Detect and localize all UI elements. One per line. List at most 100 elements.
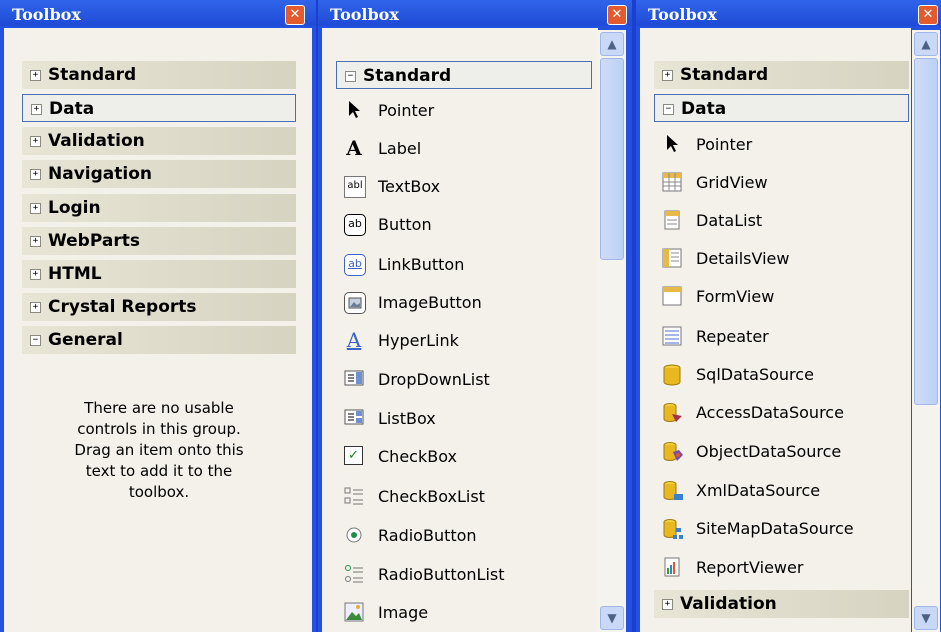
scroll-up-icon[interactable]: ▲ bbox=[914, 32, 938, 56]
button-icon: ab bbox=[344, 214, 366, 236]
toolbox-body: − Standard Pointer A Label abl TextBox ab… bbox=[322, 28, 598, 632]
checkboxlist-icon bbox=[344, 486, 364, 506]
expand-icon: + bbox=[662, 70, 673, 81]
checkbox-icon: ✓ bbox=[344, 446, 363, 465]
pointer-icon bbox=[344, 100, 364, 120]
expand-icon: + bbox=[30, 236, 41, 247]
expand-icon: + bbox=[30, 70, 41, 81]
pointer-icon bbox=[662, 134, 682, 154]
empty-group-message: There are no usable controls in this gro… bbox=[74, 399, 244, 501]
group-header-data[interactable]: + Data bbox=[22, 94, 296, 122]
sqldatasource-icon bbox=[662, 364, 682, 386]
close-button[interactable]: ✕ bbox=[285, 5, 305, 25]
tool-item-sqldatasource[interactable]: SqlDataSource bbox=[652, 356, 911, 392]
objectdatasource-icon bbox=[662, 441, 683, 461]
group-header-navigation[interactable]: + Navigation bbox=[22, 160, 296, 188]
panel-title: Toolbox bbox=[330, 5, 399, 24]
accessdatasource-icon bbox=[662, 402, 682, 422]
toolbox-panel-2: Toolbox ✕ − Standard Pointer A Label abl … bbox=[318, 0, 632, 632]
group-header-standard[interactable]: + Standard bbox=[22, 61, 296, 89]
xmldatasource-icon bbox=[662, 480, 683, 500]
tool-item-button[interactable]: ab Button bbox=[334, 206, 594, 242]
group-header-login[interactable]: + Login bbox=[22, 194, 296, 222]
tool-item-radiobutton[interactable]: RadioButton bbox=[334, 517, 594, 553]
group-header-validation[interactable]: + Validation bbox=[654, 590, 909, 618]
expand-icon: + bbox=[30, 203, 41, 214]
tool-item-image[interactable]: Image bbox=[334, 594, 594, 630]
formview-icon bbox=[662, 286, 682, 306]
tool-item-reportviewer[interactable]: ReportViewer bbox=[652, 549, 911, 585]
expand-icon: + bbox=[30, 136, 41, 147]
vertical-scrollbar[interactable]: ▲ ▼ bbox=[598, 30, 626, 632]
tool-item-listbox[interactable]: ListBox bbox=[334, 400, 594, 436]
gridview-icon bbox=[662, 172, 682, 192]
tool-item-repeater[interactable]: Repeater bbox=[652, 318, 911, 354]
tool-item-dropdownlist[interactable]: DropDownList bbox=[334, 361, 594, 397]
radiobutton-icon bbox=[344, 525, 364, 545]
hyperlink-icon: A bbox=[346, 328, 362, 352]
expand-icon: + bbox=[662, 599, 673, 610]
toolbox-panel-3: Toolbox ✕ + Standard − Data Pointer GridVi… bbox=[636, 0, 941, 632]
close-button[interactable]: ✕ bbox=[918, 5, 938, 25]
tool-item-hyperlink[interactable]: A HyperLink bbox=[334, 322, 594, 358]
image-icon bbox=[344, 602, 364, 622]
tool-item-pointer[interactable]: Pointer bbox=[652, 126, 911, 162]
listbox-icon bbox=[344, 408, 364, 428]
tool-item-xmldatasource[interactable]: XmlDataSource bbox=[652, 472, 911, 508]
tool-item-textbox[interactable]: abl TextBox bbox=[334, 168, 594, 204]
tool-item-checkbox[interactable]: ✓ CheckBox bbox=[334, 438, 594, 474]
group-header-crystal-reports[interactable]: + Crystal Reports bbox=[22, 293, 296, 321]
imagebutton-icon bbox=[344, 292, 366, 314]
label-icon: A bbox=[346, 136, 362, 160]
expand-icon: + bbox=[30, 302, 41, 313]
collapse-icon: − bbox=[663, 104, 674, 115]
tool-item-objectdatasource[interactable]: ObjectDataSource bbox=[652, 433, 911, 469]
repeater-icon bbox=[662, 326, 682, 346]
group-header-html[interactable]: + HTML bbox=[22, 260, 296, 288]
scroll-down-icon[interactable]: ▼ bbox=[600, 606, 624, 630]
group-header-validation[interactable]: + Validation bbox=[22, 127, 296, 155]
tool-item-checkboxlist[interactable]: CheckBoxList bbox=[334, 478, 594, 514]
group-header-webparts[interactable]: + WebParts bbox=[22, 227, 296, 255]
panel-title: Toolbox bbox=[648, 5, 717, 24]
scroll-thumb[interactable] bbox=[914, 58, 938, 405]
detailsview-icon bbox=[662, 248, 682, 268]
group-header-general[interactable]: − General bbox=[22, 326, 296, 354]
tool-item-radiobuttonlist[interactable]: RadioButtonList bbox=[334, 556, 594, 592]
tool-item-pointer[interactable]: Pointer bbox=[334, 92, 594, 128]
scroll-up-icon[interactable]: ▲ bbox=[600, 32, 624, 56]
tool-item-imagebutton[interactable]: ImageButton bbox=[334, 284, 594, 320]
tool-item-gridview[interactable]: GridView bbox=[652, 164, 911, 200]
tool-item-label[interactable]: A Label bbox=[334, 130, 594, 166]
tool-item-detailsview[interactable]: DetailsView bbox=[652, 240, 911, 276]
tool-item-datalist[interactable]: DataList bbox=[652, 202, 911, 238]
tool-item-linkbutton[interactable]: ab LinkButton bbox=[334, 246, 594, 282]
scroll-down-icon[interactable]: ▼ bbox=[914, 606, 938, 630]
expand-icon: + bbox=[30, 269, 41, 280]
scroll-thumb[interactable] bbox=[600, 58, 624, 260]
group-header-standard[interactable]: − Standard bbox=[336, 61, 592, 89]
expand-icon: + bbox=[30, 169, 41, 180]
close-button[interactable]: ✕ bbox=[607, 5, 627, 25]
sitemapdatasource-icon bbox=[662, 518, 683, 539]
tool-item-formview[interactable]: FormView bbox=[652, 278, 911, 314]
vertical-scrollbar[interactable]: ▲ ▼ bbox=[912, 30, 940, 632]
toolbox-body: + Standard + Data + Validation + Navigation … bbox=[4, 28, 312, 632]
dropdownlist-icon bbox=[344, 369, 364, 389]
collapse-icon: − bbox=[30, 335, 41, 346]
group-header-standard[interactable]: + Standard bbox=[654, 61, 909, 89]
panel-title: Toolbox bbox=[12, 5, 81, 24]
datalist-icon bbox=[662, 210, 682, 230]
title-bar[interactable]: Toolbox ✕ bbox=[318, 0, 632, 26]
title-bar[interactable]: Toolbox ✕ bbox=[0, 0, 316, 26]
group-header-data[interactable]: − Data bbox=[654, 94, 909, 122]
expand-icon: + bbox=[31, 104, 42, 115]
tool-item-accessdatasource[interactable]: AccessDataSource bbox=[652, 394, 911, 430]
textbox-icon: abl bbox=[344, 176, 366, 198]
reportviewer-icon bbox=[662, 557, 682, 577]
title-bar[interactable]: Toolbox ✕ bbox=[636, 0, 941, 26]
tool-item-sitemapdatasource[interactable]: SiteMapDataSource bbox=[652, 510, 911, 546]
collapse-icon: − bbox=[345, 71, 356, 82]
radiobuttonlist-icon bbox=[344, 564, 364, 584]
toolbox-body: + Standard − Data Pointer GridView DataLis… bbox=[640, 28, 911, 632]
